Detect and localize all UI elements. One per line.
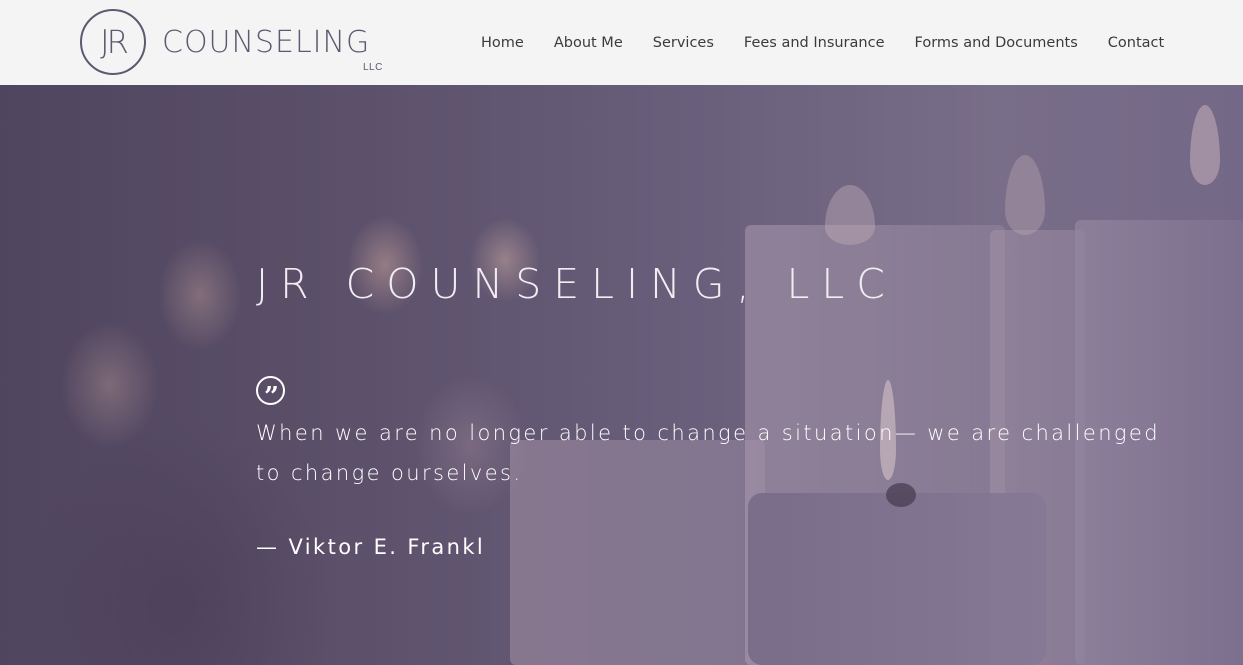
nav-home[interactable]: Home (466, 35, 539, 51)
hero-section: JR COUNSELING, LLC ” When we are no long… (0, 85, 1243, 665)
nav-forms-and-documents[interactable]: Forms and Documents (900, 35, 1093, 51)
nav-about-me[interactable]: About Me (539, 35, 638, 51)
logo-monogram: JR (100, 23, 129, 61)
site-header: JR COUNSELING LLC Home About Me Services… (0, 0, 1243, 85)
hero-title: JR COUNSELING, LLC (256, 260, 897, 308)
quote-author: — Viktor E. Frankl (256, 535, 486, 559)
site-logo[interactable]: JR COUNSELING LLC (80, 9, 390, 77)
nav-contact[interactable]: Contact (1093, 35, 1179, 51)
hero-overlay (0, 85, 1243, 665)
nav-services[interactable]: Services (638, 35, 729, 51)
hero-quote: When we are no longer able to change a s… (256, 421, 1160, 485)
quote-icon: ” (256, 376, 285, 412)
logo-wordmark: COUNSELING (162, 25, 371, 60)
logo-suffix: LLC (363, 62, 383, 73)
main-nav: Home About Me Services Fees and Insuranc… (466, 0, 1179, 85)
nav-fees-and-insurance[interactable]: Fees and Insurance (729, 35, 900, 51)
